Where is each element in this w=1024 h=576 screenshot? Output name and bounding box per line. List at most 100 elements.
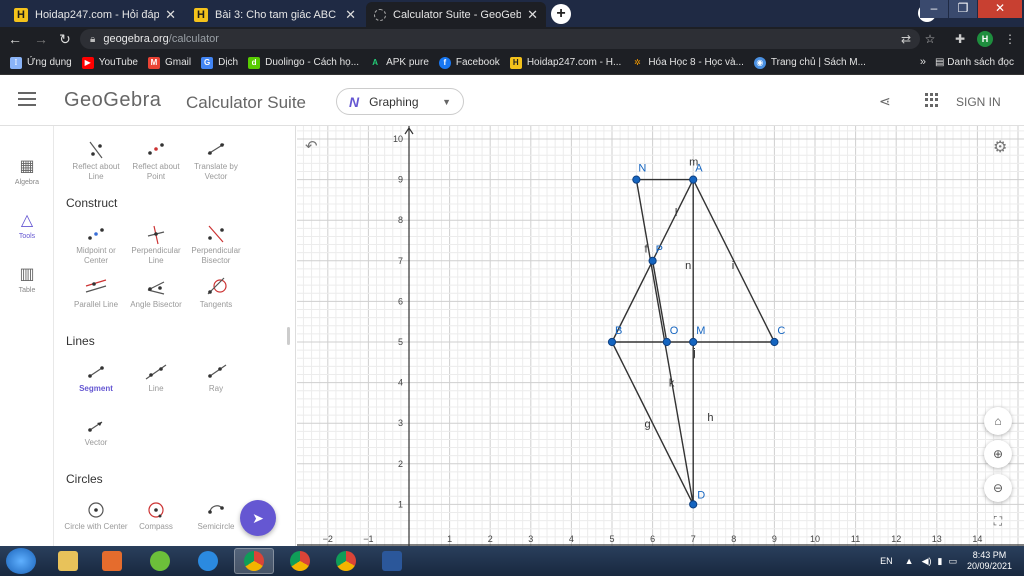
point-m <box>689 337 698 347</box>
network-icon[interactable]: ▮ <box>937 556 942 567</box>
language-indicator[interactable]: EN <box>880 556 893 566</box>
point-label-d: D <box>697 489 705 501</box>
tool-perpendicular-bisector[interactable]: Perpendicular Bisector <box>184 222 248 266</box>
restore-icon[interactable]: ❐ <box>949 0 977 18</box>
tab-geogebra[interactable]: Calculator Suite - GeoGebra ✕ <box>366 2 546 27</box>
tool-segment[interactable]: Segment <box>64 360 128 394</box>
y-tick-label: 3 <box>398 418 403 428</box>
tool-parallel-line[interactable]: Parallel Line <box>64 276 128 310</box>
file-explorer-icon[interactable] <box>48 548 88 574</box>
close-tab-icon[interactable]: ✕ <box>527 7 538 23</box>
home-icon[interactable]: ⌂ <box>984 407 1012 435</box>
app-icon[interactable] <box>140 548 180 574</box>
bookmark-facebook[interactable]: f Facebook <box>438 56 500 69</box>
extensions-icon[interactable]: ✚ <box>952 31 968 47</box>
tool-midpoint[interactable]: Midpoint or Center <box>64 222 128 266</box>
tool-vector[interactable]: Vector <box>64 414 128 448</box>
rail-algebra[interactable]: ▦ Algebra <box>0 156 54 186</box>
graph-canvas[interactable]: −2 −1 1 2 3 4 5 6 7 8 9 10 11 12 13 1412345678910mlfn ij… <box>297 126 1024 546</box>
graphics-view[interactable]: −2 −1 1 2 3 4 5 6 7 8 9 10 11 12 13 14 1 2 3 4 5 6 7 8 9 10 m l f n i j… <box>297 126 1024 546</box>
bookmark-duolingo[interactable]: d Duolingo - Cách họ... <box>248 56 359 69</box>
chrome-menu-icon[interactable]: ⋮ <box>1002 31 1018 47</box>
reading-list-icon: ▤ <box>935 57 948 68</box>
tool-angle-bisector[interactable]: Angle Bisector <box>124 276 188 310</box>
bookmark-trangchu[interactable]: ◉ Trang chủ | Sách M... <box>753 56 866 69</box>
action-center-icon[interactable]: ▭ <box>948 556 957 567</box>
chrome-icon[interactable] <box>326 548 366 574</box>
graphing-icon: N <box>349 93 360 110</box>
tool-translate-vector[interactable]: Translate by Vector <box>184 138 248 182</box>
close-tab-icon[interactable]: ✕ <box>345 7 356 23</box>
reload-icon[interactable]: ↻ <box>56 30 74 48</box>
window-close-icon[interactable]: ✕ <box>978 0 1022 18</box>
x-tick-label: 4 <box>569 534 574 544</box>
compass-icon <box>124 498 188 522</box>
tab-hoidap247[interactable]: H Hoidap247.com - Hỏi đáp online ✕ <box>6 2 184 27</box>
undo-icon[interactable]: ↶ <box>305 137 318 155</box>
tools-panel: Reflect about Line Reflect about Point T… <box>54 126 296 546</box>
bookmark-dich[interactable]: G Dịch <box>201 56 238 69</box>
section-construct: Construct <box>66 196 118 210</box>
address-bar[interactable]: 🔒︎ geogebra.org/calculator <box>80 29 920 49</box>
bookmark-apkpure[interactable]: A APK pure <box>369 57 429 69</box>
gear-icon[interactable]: ⚙ <box>993 137 1007 157</box>
bookmark-apps[interactable]: ⁞ Ứng dụng <box>10 56 72 69</box>
tool-line[interactable]: Line <box>124 360 188 394</box>
rail-tools[interactable]: △ Tools <box>0 210 54 240</box>
back-icon[interactable]: ← <box>6 30 24 48</box>
bookmark-label: YouTube <box>98 57 138 68</box>
bookmark-label: Hoidap247.com - H... <box>526 57 622 68</box>
ie-icon[interactable] <box>188 548 228 574</box>
geogebra-icon <box>374 8 386 21</box>
zoom-in-icon[interactable]: ⊕ <box>984 440 1012 468</box>
tab-bai3[interactable]: H Bài 3: Cho tam giác ABC cân tại A ✕ <box>186 2 364 27</box>
bookmark-youtube[interactable]: ▶ YouTube <box>81 56 138 69</box>
y-tick-label: 1 <box>398 499 403 509</box>
forward-icon[interactable]: → <box>32 30 50 48</box>
bookmark-hoahoc8[interactable]: ✲ Hóa Học 8 - Học và... <box>631 57 744 69</box>
tool-tangents[interactable]: Tangents <box>184 276 248 310</box>
tool-ray[interactable]: Ray <box>184 360 248 394</box>
bookmark-gmail[interactable]: M Gmail <box>147 56 191 69</box>
tool-circle-center[interactable]: Circle with Center <box>64 498 128 532</box>
tool-reflect-line[interactable]: Reflect about Line <box>64 138 128 182</box>
tool-reflect-point[interactable]: Reflect about Point <box>124 138 188 182</box>
sign-in-button[interactable]: SIGN IN <box>956 95 1001 109</box>
tools-scrollbar[interactable] <box>287 327 290 345</box>
point-label-m: M <box>696 325 705 337</box>
fullscreen-icon[interactable]: ⛶ <box>984 507 1012 535</box>
reflect-point-icon <box>124 138 188 162</box>
midpoint-icon <box>64 222 128 246</box>
chrome-icon[interactable] <box>280 548 320 574</box>
pointer-tool-button[interactable]: ➤ <box>240 500 276 536</box>
y-tick-label: 10 <box>393 134 403 144</box>
chrome-icon[interactable] <box>234 548 274 574</box>
segment-label-k: k <box>669 378 675 390</box>
zoom-out-icon[interactable]: ⊖ <box>984 474 1012 502</box>
app-switcher-dropdown[interactable]: N Graphing ▼ <box>336 88 464 115</box>
profile-avatar[interactable]: H <box>977 31 993 47</box>
translate-icon[interactable]: ⇄ <box>898 31 914 47</box>
hamburger-menu-icon[interactable] <box>18 92 36 106</box>
geogebra-logo[interactable]: GeoGebra <box>64 89 161 112</box>
tool-compass[interactable]: Compass <box>124 498 188 532</box>
minimize-icon[interactable]: – <box>920 0 948 18</box>
clock[interactable]: 8:43 PM 20/09/2021 <box>967 550 1012 572</box>
tool-perpendicular-line[interactable]: Perpendicular Line <box>124 222 188 266</box>
tray-arrow-icon[interactable]: ▲ <box>905 556 914 566</box>
share-icon[interactable]: ⋖ <box>879 93 891 110</box>
bookmark-hoidap247[interactable]: H Hoidap247.com - H... <box>509 56 622 69</box>
media-player-icon[interactable] <box>92 548 132 574</box>
close-tab-icon[interactable]: ✕ <box>165 7 176 23</box>
reading-list[interactable]: ▤ Danh sách đọc <box>935 57 1014 68</box>
bookmark-star-icon[interactable]: ☆ <box>922 31 938 47</box>
word-icon[interactable] <box>372 548 412 574</box>
start-button[interactable] <box>6 548 36 574</box>
new-tab-button[interactable]: + <box>551 4 571 24</box>
perpendicular-bisector-icon <box>184 222 248 246</box>
apps-grid-icon[interactable] <box>925 93 939 107</box>
volume-icon[interactable]: ◀) <box>922 556 932 567</box>
rail-table[interactable]: ▥ Table <box>0 264 54 294</box>
bookmarks-more-icon[interactable]: » <box>920 56 926 68</box>
tool-semicircle[interactable]: Semicircle <box>184 498 248 532</box>
